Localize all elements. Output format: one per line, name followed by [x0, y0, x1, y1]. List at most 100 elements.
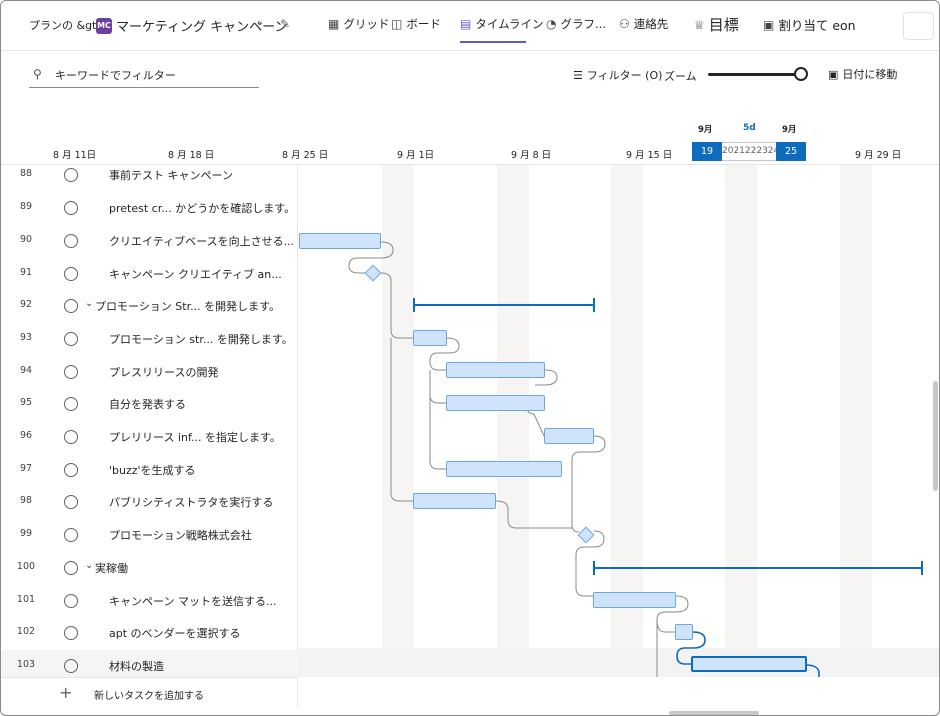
- task-bar-93[interactable]: [413, 330, 447, 346]
- vertical-scrollbar[interactable]: [933, 381, 938, 491]
- task-bar-102[interactable]: [675, 624, 693, 640]
- task-row[interactable]: 93 プロモーション str... を開発します。: [1, 323, 298, 356]
- grid-icon: ▦: [328, 17, 340, 31]
- task-bar-101[interactable]: [593, 592, 676, 608]
- task-row[interactable]: 97 'buzz'を生成する: [1, 454, 298, 487]
- complete-task-checkbox[interactable]: [64, 332, 78, 346]
- complete-task-checkbox[interactable]: [64, 659, 78, 673]
- task-bar-96[interactable]: [544, 428, 594, 444]
- task-name[interactable]: プロモーション戦略株式会社: [109, 527, 252, 543]
- task-row[interactable]: 92 ⌄ プロモーション Str... を開発します。: [1, 290, 298, 323]
- chevron-down-icon[interactable]: ⌄: [85, 298, 93, 309]
- complete-task-checkbox[interactable]: [64, 299, 78, 313]
- task-bar-103[interactable]: [691, 656, 807, 672]
- summary-bar-92[interactable]: [413, 298, 595, 312]
- tab-board[interactable]: ◫ ボード: [391, 16, 441, 32]
- task-row[interactable]: 100 ⌄ 実稼働: [1, 552, 298, 585]
- add-task-label: 新しいタスクを追加する: [94, 691, 204, 702]
- task-name[interactable]: プレスリリースの開発: [109, 364, 218, 380]
- tab-grid[interactable]: ▦ グリッド: [328, 16, 389, 32]
- tab-label: 目標: [708, 16, 739, 34]
- task-list: 88 事前テスト キャンペーン 89 pretest cr... かどうかを確認…: [1, 165, 298, 677]
- task-row[interactable]: 91 キャンペーン クリエイティブ an...: [1, 258, 298, 291]
- task-name[interactable]: プレリリース inf... を指定します。: [109, 429, 281, 445]
- zoom-slider-thumb[interactable]: [794, 67, 808, 81]
- complete-task-checkbox[interactable]: [64, 626, 78, 640]
- filter-icon: ☰: [573, 68, 583, 82]
- complete-task-checkbox[interactable]: [64, 267, 78, 281]
- chevron-down-icon[interactable]: ⌄: [85, 560, 93, 571]
- complete-task-checkbox[interactable]: [64, 234, 78, 248]
- task-name[interactable]: 材料の製造: [109, 658, 164, 674]
- task-number: 90: [19, 234, 33, 245]
- task-name[interactable]: 'buzz'を生成する: [109, 462, 196, 478]
- complete-task-checkbox[interactable]: [64, 397, 78, 411]
- selection-start-day: 19: [692, 142, 722, 161]
- task-row[interactable]: 90 クリエイティブベースを向上させる...: [1, 225, 298, 258]
- task-row[interactable]: 89 pretest cr... かどうかを確認します。: [1, 192, 298, 225]
- tab-label: ボード: [406, 17, 441, 31]
- tab-label: 連絡先: [633, 17, 669, 31]
- task-name[interactable]: apt のベンダーを選択する: [109, 625, 241, 641]
- task-name[interactable]: プロモーション str... を開発します。: [109, 331, 293, 347]
- complete-task-checkbox[interactable]: [64, 528, 78, 542]
- task-row[interactable]: 94 プレスリリースの開発: [1, 356, 298, 389]
- complete-task-checkbox[interactable]: [64, 463, 78, 477]
- add-task-button[interactable]: + 新しいタスクを追加する: [1, 677, 298, 709]
- task-row[interactable]: 101 キャンペーン マットを送信する...: [1, 585, 298, 618]
- zoom-label: ズーム: [664, 70, 697, 83]
- task-row[interactable]: 103 材料の製造: [1, 650, 298, 677]
- trophy-icon: ♕: [694, 17, 705, 32]
- task-bar-94[interactable]: [446, 362, 545, 378]
- task-name[interactable]: クリエイティブベースを向上させる...: [109, 233, 294, 249]
- filter-button[interactable]: ☰ フィルター (O): [573, 67, 662, 83]
- more-button[interactable]: [903, 12, 934, 40]
- search-input-text: キーワードでフィルター: [55, 69, 176, 82]
- task-bar-95[interactable]: [446, 395, 545, 411]
- task-name[interactable]: 実稼働: [95, 560, 128, 576]
- breadcrumb[interactable]: プランの &gt;: [29, 17, 100, 33]
- task-bar-90[interactable]: [299, 233, 381, 249]
- task-row[interactable]: 99 プロモーション戦略株式会社: [1, 519, 298, 552]
- zoom-slider[interactable]: [708, 73, 801, 76]
- task-number: 93: [19, 332, 33, 343]
- task-row[interactable]: 96 プレリリース inf... を指定します。: [1, 421, 298, 454]
- task-name[interactable]: 自分を発表する: [109, 396, 186, 412]
- timeline-grid: 88 事前テスト キャンペーン 89 pretest cr... かどうかを確認…: [1, 164, 939, 677]
- task-number: 98: [19, 495, 33, 506]
- complete-task-checkbox[interactable]: [64, 168, 78, 182]
- task-row[interactable]: 88 事前テスト キャンペーン: [1, 165, 298, 192]
- task-bar-98[interactable]: [413, 493, 496, 509]
- task-name[interactable]: キャンペーン マットを送信する...: [109, 593, 276, 609]
- tab-assigned[interactable]: ▣ 割り当て eon: [763, 15, 856, 34]
- tab-goals[interactable]: ♕ 目標: [694, 14, 739, 35]
- date-label: 9 月 15 日: [626, 150, 673, 161]
- pin-icon[interactable]: ✎: [280, 17, 290, 31]
- go-to-date-button[interactable]: ▣ 日付に移動: [828, 66, 897, 82]
- task-row[interactable]: 95 自分を発表する: [1, 388, 298, 421]
- task-name[interactable]: パブリシティストラタを実行する: [109, 494, 273, 510]
- active-tab-indicator: [460, 41, 526, 43]
- complete-task-checkbox[interactable]: [64, 365, 78, 379]
- search-input[interactable]: ⚲ キーワードでフィルター: [29, 65, 259, 88]
- complete-task-checkbox[interactable]: [64, 201, 78, 215]
- horizontal-scrollbar[interactable]: [669, 711, 759, 715]
- chevron-down-icon[interactable]: ⌄: [256, 17, 264, 28]
- app-window: プランの &gt; MC マーケティング キャンペーン ⌄ ✎ ▦ グリッド ◫…: [0, 0, 940, 716]
- plus-icon: +: [59, 683, 73, 702]
- complete-task-checkbox[interactable]: [64, 594, 78, 608]
- summary-bar-100[interactable]: [593, 561, 923, 575]
- task-name[interactable]: プロモーション Str... を開発します。: [95, 298, 280, 314]
- tab-charts[interactable]: ◔ グラフ...: [546, 16, 606, 32]
- task-name[interactable]: キャンペーン クリエイティブ an...: [109, 266, 282, 282]
- task-name[interactable]: 事前テスト キャンペーン: [109, 167, 233, 183]
- task-row[interactable]: 98 パブリシティストラタを実行する: [1, 486, 298, 519]
- complete-task-checkbox[interactable]: [64, 430, 78, 444]
- task-row[interactable]: 102 apt のベンダーを選択する: [1, 617, 298, 650]
- tab-contacts[interactable]: ⚇ 連絡先: [619, 16, 668, 32]
- task-name[interactable]: pretest cr... かどうかを確認します。: [109, 200, 295, 216]
- tab-timeline[interactable]: ▤ タイムライン: [460, 16, 544, 32]
- complete-task-checkbox[interactable]: [64, 561, 78, 575]
- complete-task-checkbox[interactable]: [64, 495, 78, 509]
- task-bar-97[interactable]: [446, 461, 562, 477]
